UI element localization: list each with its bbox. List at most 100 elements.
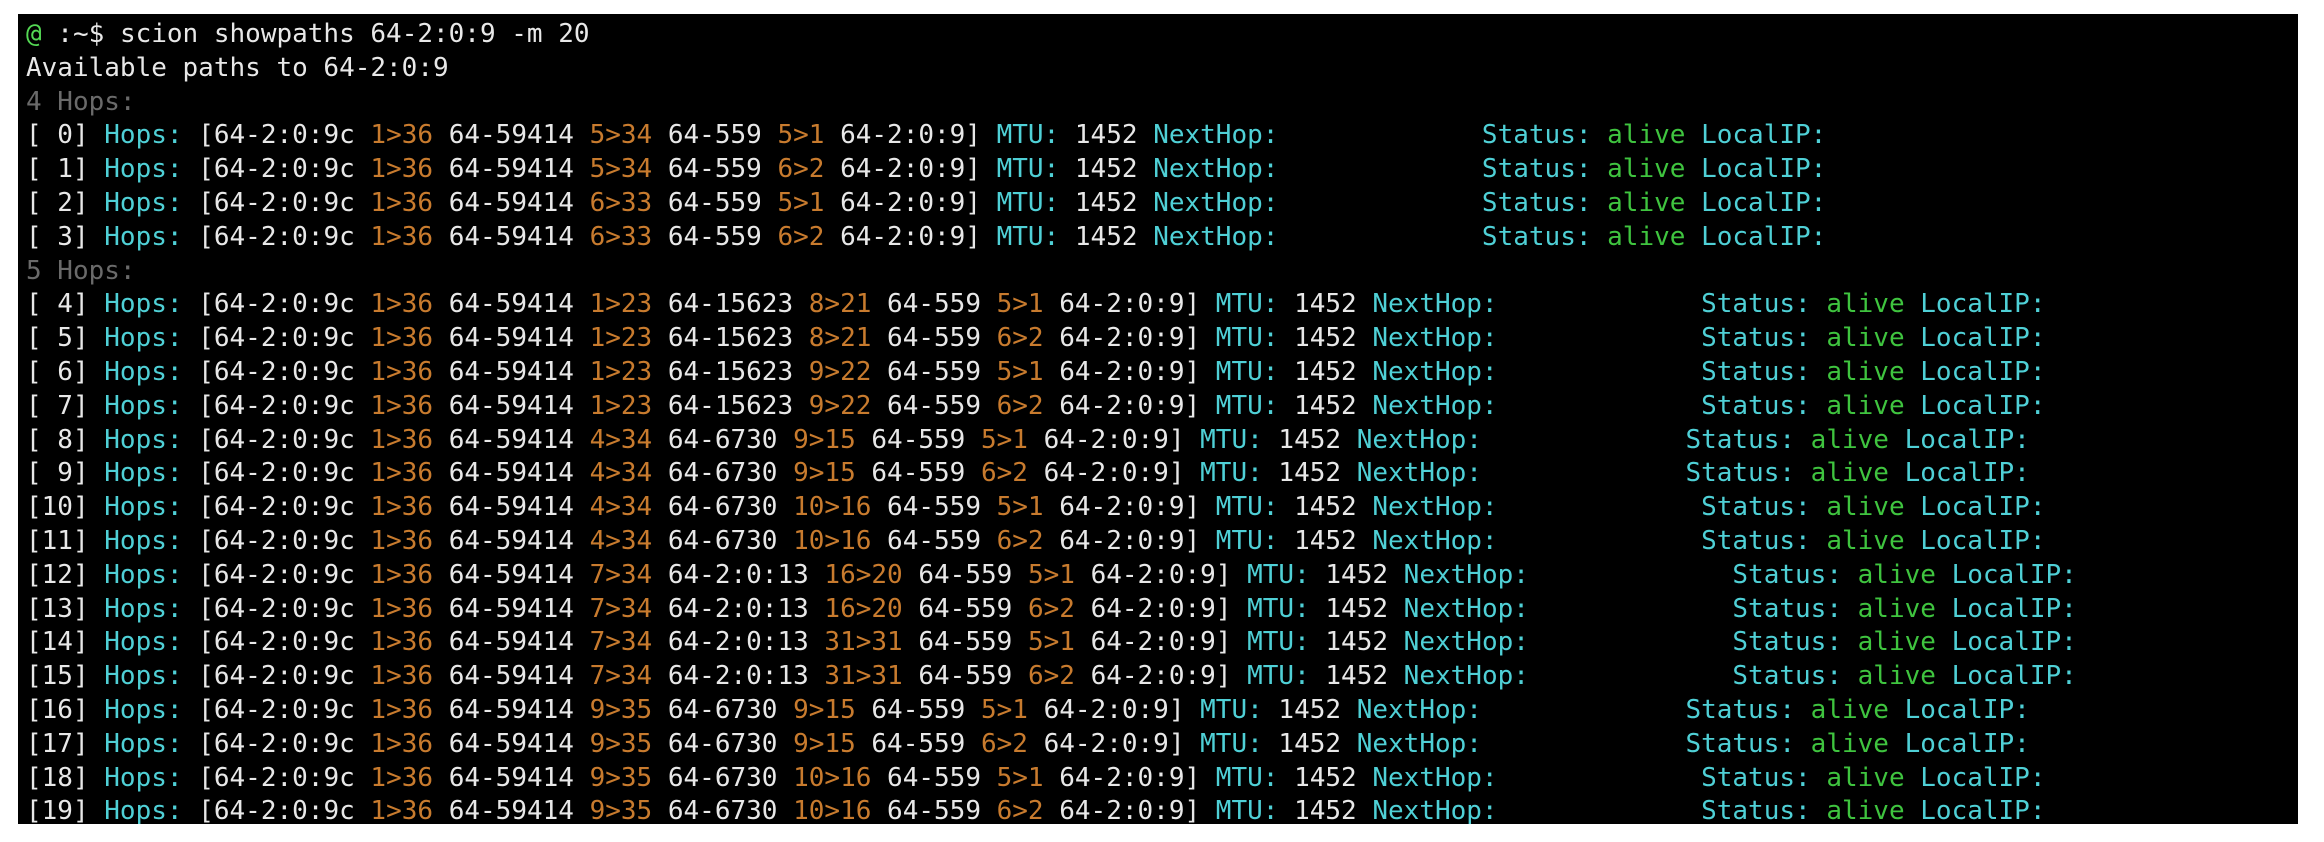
- hop-interface: 1>36: [370, 221, 434, 252]
- path-row: [ 9] Hops: [64-2:0:9c 1>36 64-59414 4>34…: [26, 458, 2030, 489]
- status-label: Status:: [1701, 492, 1811, 523]
- hop-as: 64-559: [667, 120, 762, 151]
- hop-as: 64-15623: [667, 289, 794, 320]
- hops-label: Hops:: [104, 559, 183, 590]
- hop-interface: 9>15: [793, 728, 856, 759]
- nexthop-label: NextHop:: [1372, 796, 1498, 824]
- mtu-label: MTU:: [1215, 796, 1279, 824]
- hop-destination: 64-2:0:9]: [840, 187, 981, 218]
- hop-interface: 9>15: [793, 694, 856, 725]
- hop-interface: 1>36: [370, 187, 434, 218]
- mtu-label: MTU:: [1247, 661, 1310, 692]
- hop-as: 64-2:0:9c: [213, 356, 355, 387]
- terminal-window[interactable]: @ :~$ scion showpaths 64-2:0:9 -m 20 Ava…: [18, 14, 2298, 824]
- hop-as: 64-559: [918, 627, 1013, 658]
- path-row: [ 5] Hops: [64-2:0:9c 1>36 64-59414 1>23…: [26, 323, 2046, 354]
- hop-interface: 1>36: [370, 323, 434, 354]
- mtu-label: MTU:: [1200, 424, 1263, 455]
- hop-as: 64-6730: [667, 694, 778, 725]
- hop-interface: 7>34: [589, 661, 653, 692]
- nexthop-label: NextHop:: [1356, 458, 1482, 489]
- hops-label: Hops:: [104, 424, 183, 455]
- mtu-value: 1452: [1294, 323, 1357, 354]
- hop-interface: 6>2: [996, 796, 1044, 824]
- path-output: 4 Hops:[ 0] Hops: [64-2:0:9c 1>36 64-594…: [26, 86, 2298, 824]
- hop-interface: 31>31: [824, 627, 903, 658]
- hop-interface: 7>34: [589, 627, 653, 658]
- hop-interface: 7>34: [589, 593, 653, 624]
- hop-destination: 64-2:0:9]: [1043, 694, 1185, 725]
- hop-destination: 64-2:0:9]: [1059, 796, 1201, 824]
- nexthop-label: NextHop:: [1153, 221, 1279, 252]
- hop-as: 64-6730: [667, 762, 778, 793]
- hop-interface: 1>36: [370, 796, 434, 824]
- hop-interface: 5>1: [980, 694, 1028, 725]
- path-row: [ 7] Hops: [64-2:0:9c 1>36 64-59414 1>23…: [26, 390, 2046, 421]
- hops-label: Hops:: [104, 525, 183, 556]
- hop-interface: 1>23: [589, 289, 653, 320]
- path-index: [15]: [26, 661, 89, 692]
- hop-interface: 6>2: [1027, 593, 1075, 624]
- status-value: alive: [1826, 762, 1905, 793]
- hop-destination: 64-2:0:9]: [1090, 627, 1232, 658]
- hop-destination: 64-2:0:9]: [1043, 458, 1185, 489]
- path-row: [18] Hops: [64-2:0:9c 1>36 64-59414 9>35…: [26, 762, 2046, 793]
- status-label: Status:: [1701, 323, 1811, 354]
- hop-destination: 64-2:0:9]: [1090, 593, 1232, 624]
- hop-as: 64-559: [871, 458, 966, 489]
- status-value: alive: [1607, 187, 1686, 218]
- hop-destination: 64-2:0:9]: [1059, 492, 1201, 523]
- status-label: Status:: [1685, 728, 1796, 759]
- nexthop-label: NextHop:: [1153, 187, 1279, 218]
- mtu-value: 1452: [1074, 120, 1138, 151]
- hop-destination: 64-2:0:9]: [1059, 390, 1201, 421]
- mtu-value: 1452: [1325, 559, 1389, 590]
- status-value: alive: [1857, 661, 1936, 692]
- hop-interface: 8>21: [808, 323, 872, 354]
- hop-interface: 4>34: [589, 424, 653, 455]
- nexthop-label: NextHop:: [1372, 492, 1498, 523]
- hop-interface: 6>2: [980, 458, 1028, 489]
- path-index: [13]: [26, 593, 89, 624]
- hops-label: Hops:: [104, 221, 183, 252]
- mtu-value: 1452: [1294, 356, 1357, 387]
- hop-interface: 9>22: [808, 390, 872, 421]
- nexthop-label: NextHop:: [1356, 728, 1482, 759]
- hop-destination: 64-2:0:9]: [1090, 559, 1232, 590]
- localip-label: LocalIP:: [1951, 661, 2077, 692]
- mtu-label: MTU:: [996, 120, 1060, 151]
- mtu-label: MTU:: [1247, 593, 1310, 624]
- path-index: [18]: [26, 762, 89, 793]
- nexthop-label: NextHop:: [1356, 694, 1482, 725]
- nexthop-label: NextHop:: [1372, 323, 1498, 354]
- hops-label: Hops:: [104, 661, 183, 692]
- path-index: [ 1]: [26, 154, 89, 185]
- localip-label: LocalIP:: [1701, 154, 1827, 185]
- status-value: alive: [1826, 323, 1905, 354]
- mtu-label: MTU:: [996, 221, 1060, 252]
- hops-label: Hops:: [104, 593, 183, 624]
- nexthop-label: NextHop:: [1372, 525, 1498, 556]
- localip-label: LocalIP:: [1920, 356, 2046, 387]
- localip-label: LocalIP:: [1904, 694, 2030, 725]
- mtu-label: MTU:: [1215, 323, 1279, 354]
- path-row: [ 2] Hops: [64-2:0:9c 1>36 64-59414 6>33…: [26, 187, 1827, 218]
- hop-as: 64-2:0:13: [667, 661, 809, 692]
- hop-interface: 9>35: [589, 796, 653, 824]
- hop-interface: 6>2: [980, 728, 1028, 759]
- mtu-label: MTU:: [1200, 694, 1263, 725]
- path-row: [17] Hops: [64-2:0:9c 1>36 64-59414 9>35…: [26, 728, 2030, 759]
- mtu-value: 1452: [1294, 289, 1357, 320]
- hop-as: 64-2:0:9c: [213, 323, 355, 354]
- path-row: [19] Hops: [64-2:0:9c 1>36 64-59414 9>35…: [26, 795, 2298, 824]
- mtu-value: 1452: [1294, 762, 1357, 793]
- group-title: 4 Hops:: [26, 86, 136, 117]
- localip-label: LocalIP:: [1701, 187, 1827, 218]
- status-value: alive: [1607, 221, 1686, 252]
- mtu-label: MTU:: [1215, 356, 1279, 387]
- hop-as: 64-559: [871, 424, 966, 455]
- hop-interface: 6>2: [777, 221, 825, 252]
- mtu-label: MTU:: [1215, 289, 1279, 320]
- hop-as: 64-15623: [667, 390, 794, 421]
- mtu-value: 1452: [1074, 187, 1138, 218]
